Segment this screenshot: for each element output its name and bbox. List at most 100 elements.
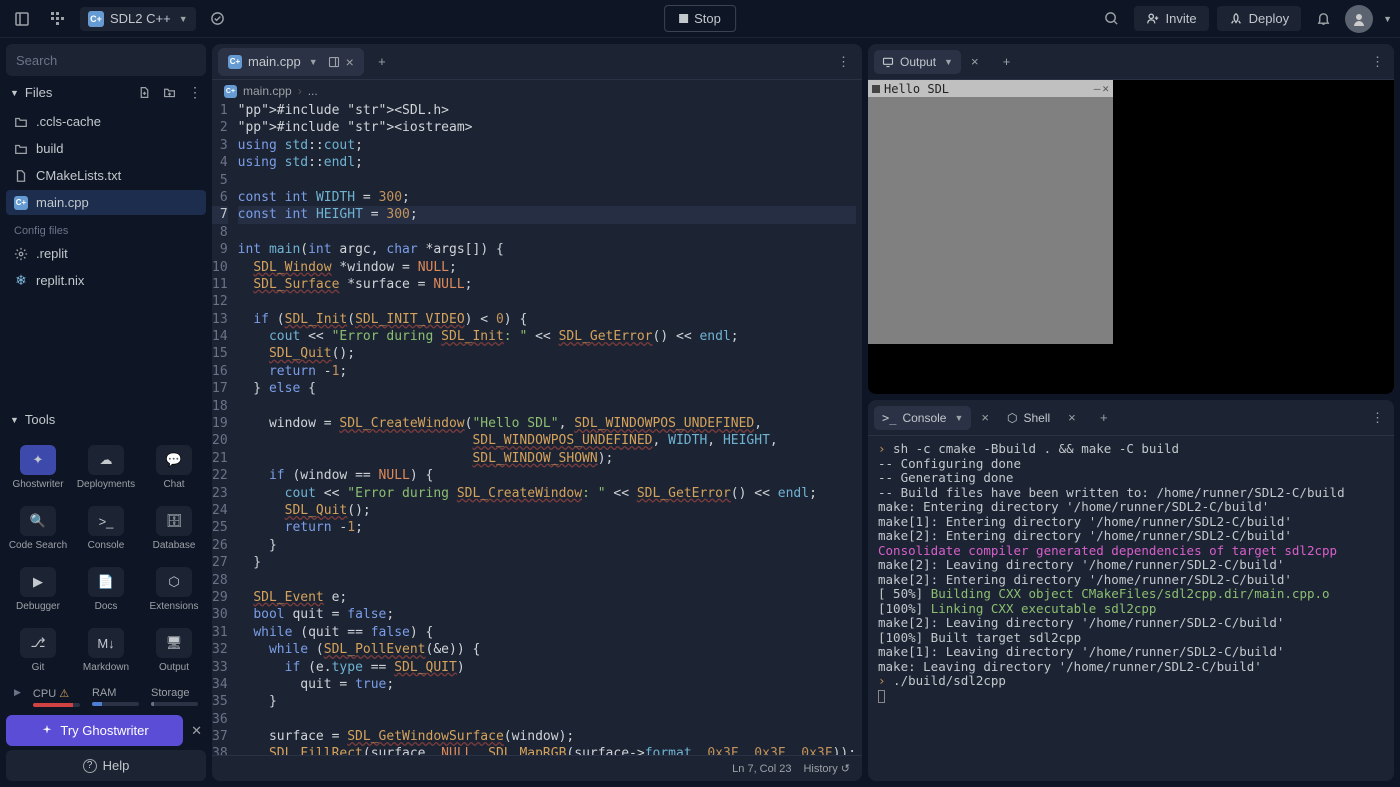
rocket-icon [1229,12,1243,26]
right-panel: Output ▼ × + ⋮ Hello SDL — [868,44,1394,781]
tool-icon: ✦ [20,445,56,475]
tool-deployments[interactable]: ☁Deployments [74,439,138,496]
file-item[interactable]: C+main.cpp [6,190,206,215]
close-icon[interactable]: × [975,410,995,425]
file-item[interactable]: build [6,136,206,161]
console-tab[interactable]: >_ Console ▼ [874,406,971,430]
top-bar: C+ SDL2 C++ ▼ Stop Invite Deploy ▼ [0,0,1400,38]
tool-icon: 💬 [156,445,192,475]
config-file-item[interactable]: .replit [6,241,206,266]
output-pane: Output ▼ × + ⋮ Hello SDL — [868,44,1394,394]
stop-button[interactable]: Stop [664,5,736,32]
tool-markdown[interactable]: M↓Markdown [74,622,138,679]
tools-grid: ✦Ghostwriter☁Deployments💬Chat 🔍Code Searc… [6,435,206,683]
search-icon[interactable] [1098,5,1126,33]
tool-icon: ▶ [20,567,56,597]
close-icon[interactable]: × [346,54,354,70]
tools-header[interactable]: ▼ Tools [6,404,206,435]
cpp-icon: C+ [228,55,242,69]
new-file-icon[interactable] [138,86,151,99]
ghostwriter-button[interactable]: Try Ghostwriter [6,715,183,746]
tool-ghostwriter[interactable]: ✦Ghostwriter [6,439,70,496]
tool-icon: ⎇ [20,628,56,658]
config-file-item[interactable]: ❄replit.nix [6,268,206,293]
tool-icon: 📄 [88,567,124,597]
gear-icon [14,247,28,261]
sparkle-icon [40,724,54,738]
tool-git[interactable]: ⎇Git [6,622,70,679]
more-icon[interactable]: ⋮ [1367,410,1388,426]
tool-console[interactable]: >_Console [74,500,138,557]
tool-chat[interactable]: 💬Chat [142,439,206,496]
doc-icon [14,169,28,183]
output-tab[interactable]: Output ▼ [874,50,961,74]
editor-tab-bar: C+ main.cpp ▼ × + ⋮ [212,44,862,80]
tool-icon: 🔍 [20,506,56,536]
console-output[interactable]: › sh -c cmake -Bbuild . && make -C build… [868,436,1394,781]
file-item[interactable]: CMakeLists.txt [6,163,206,188]
tool-database[interactable]: 🗄Database [142,500,206,557]
chevron-down-icon: ▼ [954,413,963,423]
close-icon[interactable]: ✕ [187,723,206,739]
deploy-button[interactable]: Deploy [1217,6,1301,31]
shell-icon: ⬡ [1007,411,1017,425]
project-name: SDL2 C++ [110,11,171,26]
breadcrumb[interactable]: C+ main.cpp › ... [212,80,862,102]
new-folder-icon[interactable] [163,86,176,99]
status-icon[interactable] [204,5,232,33]
minimize-icon[interactable]: — [1094,82,1101,95]
editor-panel: C+ main.cpp ▼ × + ⋮ C+ main.cpp › ... 12… [212,44,862,781]
grid-apps-icon[interactable] [44,5,72,33]
code-editor[interactable]: 1234567891011121314151617181920212223242… [212,102,862,755]
tool-icon: 🖥 [156,628,192,658]
close-icon[interactable]: × [965,54,985,69]
chevron-down-icon: ▼ [944,57,953,67]
history-button[interactable]: History ↺ [803,762,850,775]
sdl-window: Hello SDL — ✕ [868,80,1113,344]
add-tab-button[interactable]: + [1092,406,1116,430]
more-icon[interactable]: ⋮ [188,84,202,101]
shell-tab[interactable]: ⬡ Shell [999,406,1058,430]
chevron-down-icon: ▼ [10,415,19,425]
cpp-icon: C+ [14,196,28,210]
tool-output[interactable]: 🖥Output [142,622,206,679]
console-icon: >_ [882,411,896,425]
tool-debugger[interactable]: ▶Debugger [6,561,70,618]
tool-icon: M↓ [88,628,124,658]
editor-tab[interactable]: C+ main.cpp ▼ × [218,48,364,76]
tool-icon: ⬡ [156,567,192,597]
user-avatar[interactable] [1345,5,1373,33]
invite-icon [1146,12,1160,26]
tab-menu-icon[interactable]: ⋮ [831,54,856,70]
file-list: .ccls-cachebuildCMakeLists.txtC+main.cpp [6,109,206,215]
monitor-icon [882,56,894,68]
cursor-position: Ln 7, Col 23 [732,763,791,775]
storage-meter: Storage [151,687,198,707]
cpp-icon: C+ [224,85,237,98]
nix-icon: ❄ [14,274,28,288]
close-icon[interactable]: × [1062,410,1082,425]
file-item[interactable]: .ccls-cache [6,109,206,134]
sidebar-toggle-icon[interactable] [8,5,36,33]
notifications-icon[interactable] [1309,5,1337,33]
tool-code-search[interactable]: 🔍Code Search [6,500,70,557]
cpu-meter: CPU ⚠ [33,687,80,707]
chevron-down-icon[interactable]: ▼ [1383,14,1392,24]
add-tab-button[interactable]: + [370,50,394,74]
project-selector[interactable]: C+ SDL2 C++ ▼ [80,7,196,31]
config-list: .replit❄replit.nix [6,241,206,293]
resource-bar: ▶ CPU ⚠ RAM Storage [6,683,206,711]
chevron-down-icon[interactable]: ▼ [309,57,318,67]
files-header[interactable]: ▼ Files ⋮ [6,76,206,109]
output-canvas[interactable]: Hello SDL — ✕ [868,80,1394,394]
tool-docs[interactable]: 📄Docs [74,561,138,618]
add-tab-button[interactable]: + [995,50,1019,74]
more-icon[interactable]: ⋮ [1367,54,1388,70]
close-icon[interactable]: ✕ [1102,82,1109,95]
search-input[interactable]: Search [6,44,206,76]
tool-extensions[interactable]: ⬡Extensions [142,561,206,618]
panel-icon[interactable] [328,56,340,68]
invite-button[interactable]: Invite [1134,6,1209,31]
help-button[interactable]: ? Help [6,750,206,781]
stop-icon [679,14,688,23]
